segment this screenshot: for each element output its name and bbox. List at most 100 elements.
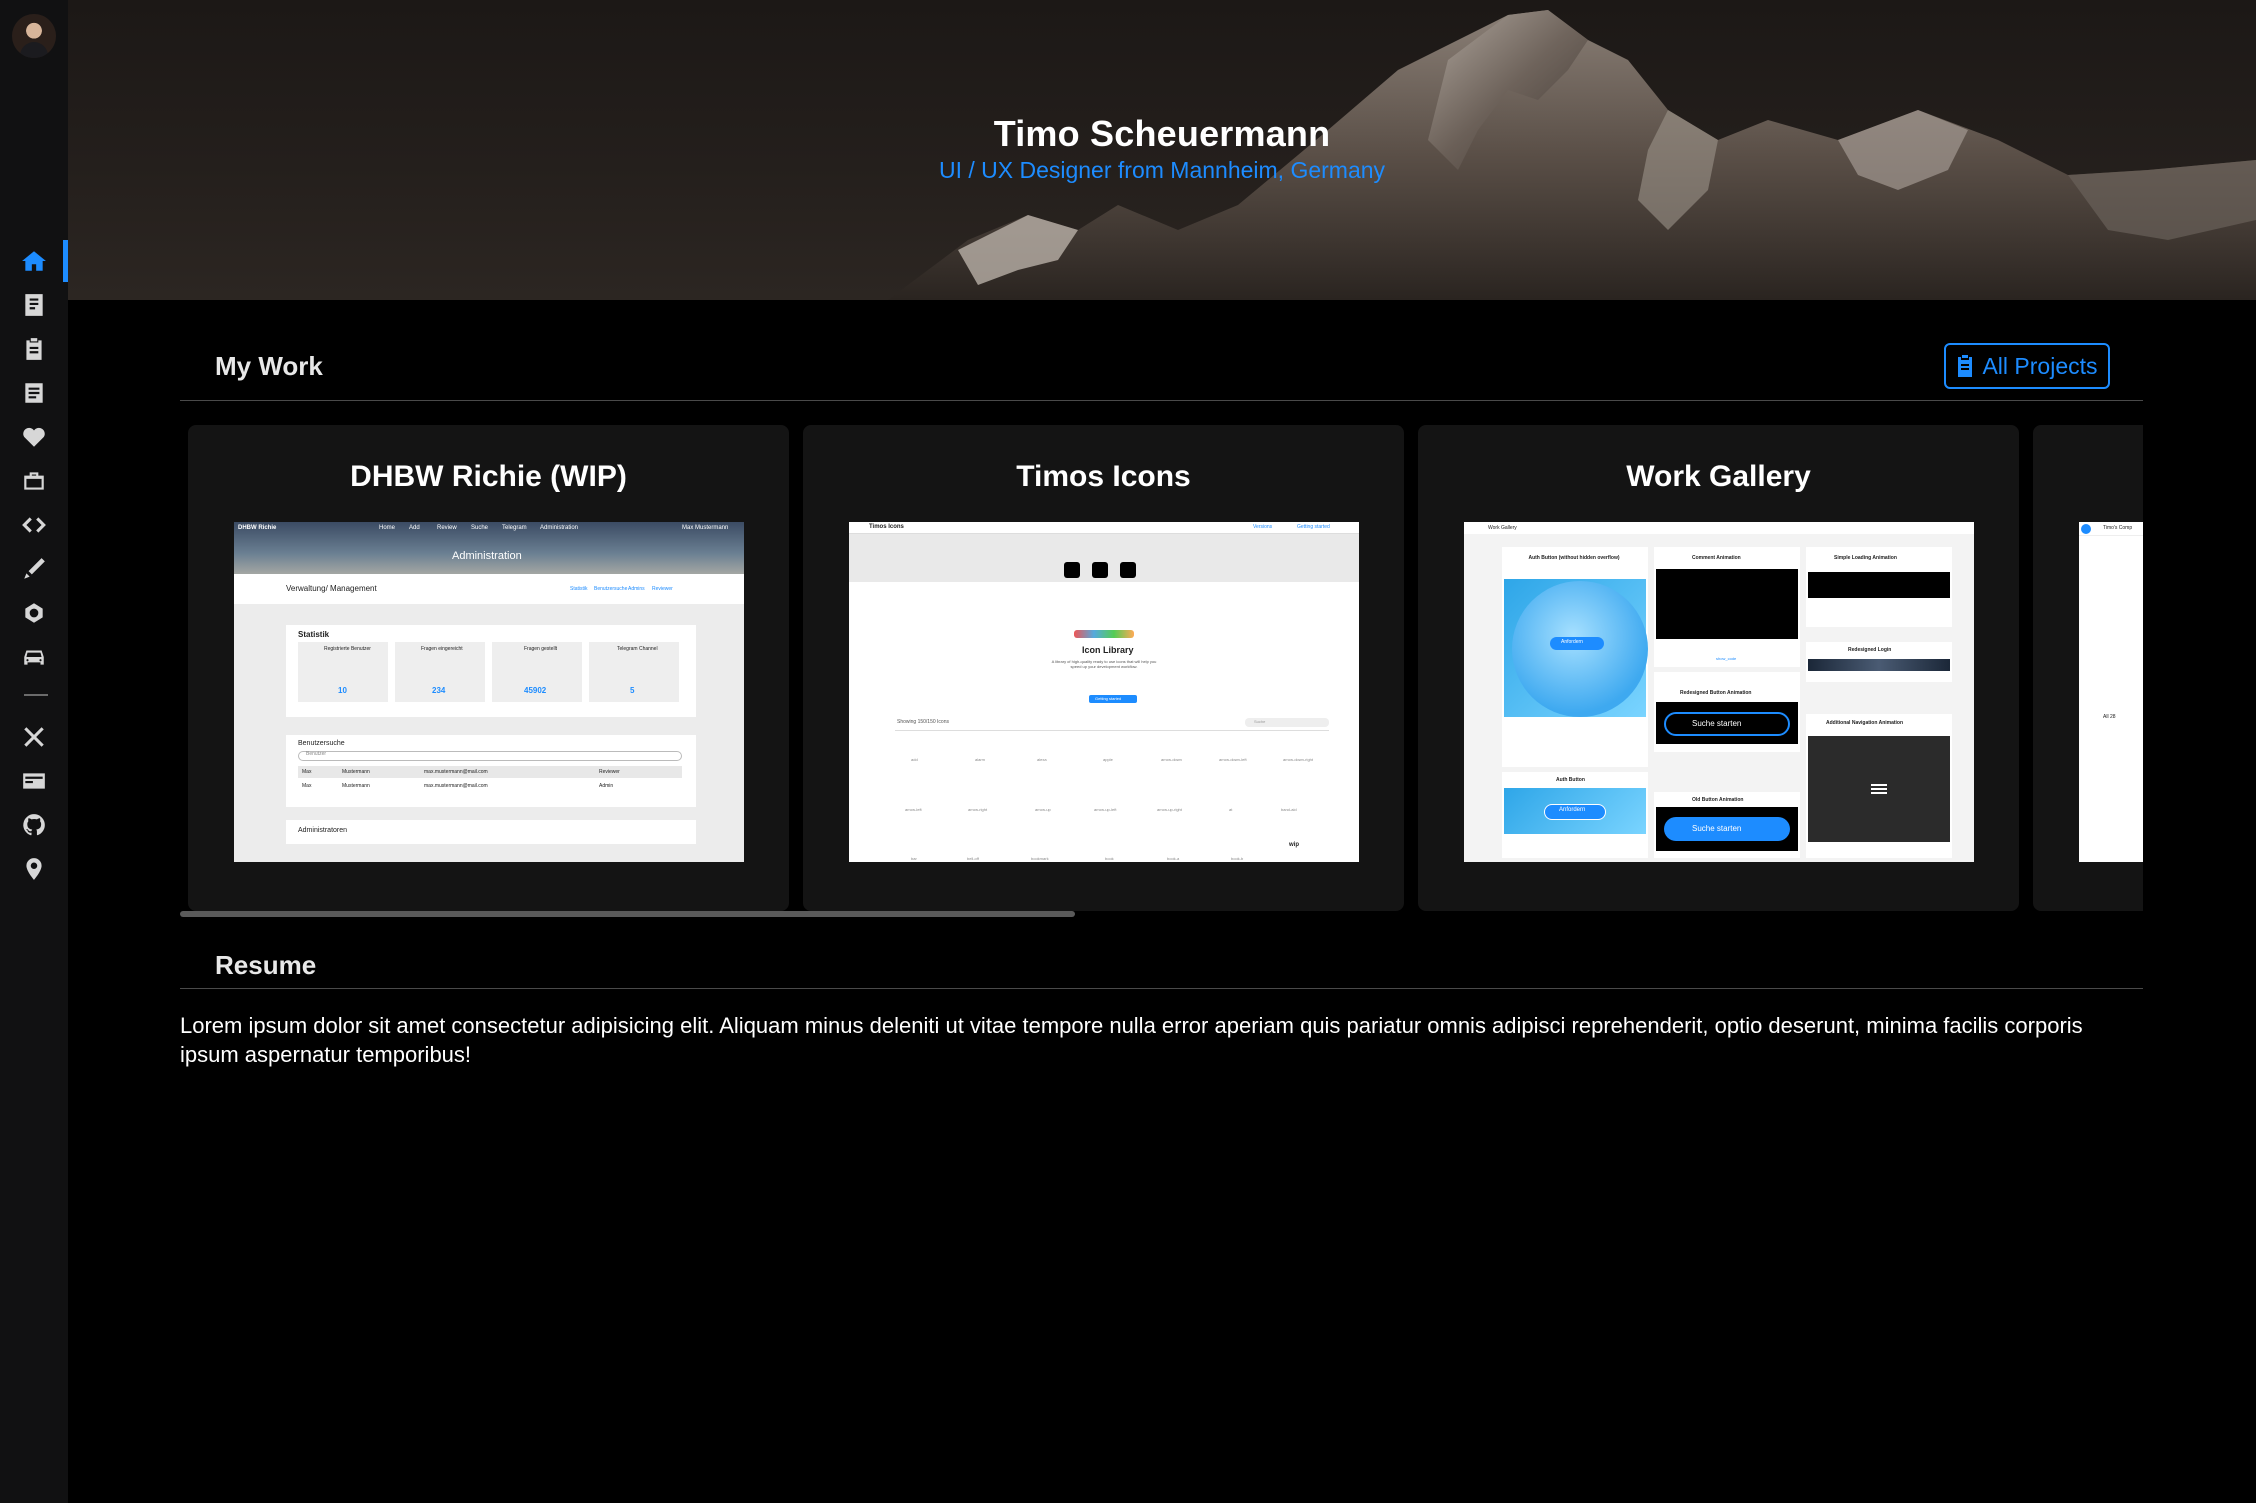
home-icon bbox=[22, 251, 46, 271]
project-card[interactable]: Timos Icons Timos Icons Versions Getting… bbox=[803, 425, 1404, 911]
icon-name: wip bbox=[1289, 842, 1299, 848]
project-card[interactable]: Work Gallery Work Gallery Auth Button (w… bbox=[1418, 425, 2019, 911]
tile-button: Anfordern bbox=[1561, 639, 1583, 645]
versions-button: Versions bbox=[1253, 524, 1273, 530]
tab: Statistik bbox=[570, 586, 588, 592]
project-screenshot: DHBW Richie Home Add Review Suche Telegr… bbox=[234, 522, 744, 862]
sidebar bbox=[0, 0, 68, 1503]
icon-name: arrow-right bbox=[968, 807, 988, 812]
tile-tag: show_code bbox=[1716, 656, 1737, 661]
clipboard-icon bbox=[1958, 355, 1973, 377]
all-projects-label: All Projects bbox=[1982, 352, 2098, 379]
library-description: A library of high-quality ready to use i… bbox=[1051, 659, 1157, 669]
icon-name: bar bbox=[911, 856, 917, 861]
icon-name: bookmark bbox=[1031, 856, 1049, 861]
carousel-scrollbar-thumb[interactable] bbox=[180, 911, 1075, 917]
stat-label: Registrierte Benutzer bbox=[324, 646, 371, 652]
tile-search-button: Suche starten bbox=[1692, 719, 1742, 728]
project-screenshot: Timo's Comp All 28 bbox=[2079, 522, 2143, 862]
icon-name: arrow-left bbox=[905, 807, 922, 812]
page-heading: Verwaltung/ Management bbox=[286, 584, 377, 593]
stat-label: Fragen gestellt bbox=[524, 646, 558, 652]
code-icon bbox=[22, 517, 46, 533]
stat-label: Telegram Channel bbox=[617, 646, 658, 652]
my-work-header: My Work bbox=[180, 343, 2143, 401]
note: All 28 bbox=[2103, 714, 2116, 720]
sidebar-divider bbox=[24, 694, 48, 696]
tile-title: Auth Button bbox=[1556, 777, 1585, 783]
avatar[interactable] bbox=[12, 14, 56, 58]
stat-label: Fragen eingereicht bbox=[421, 646, 463, 652]
search-title: Benutzersuche bbox=[298, 740, 345, 747]
sidebar-item-favorites[interactable] bbox=[0, 418, 68, 456]
sidebar-item-contact-card[interactable] bbox=[0, 762, 68, 800]
id-card-icon bbox=[23, 773, 45, 789]
nav-link: Suche bbox=[471, 525, 489, 531]
car-icon bbox=[24, 650, 44, 665]
icon-name: at bbox=[1229, 807, 1233, 812]
table-cell: Mustermann bbox=[342, 783, 370, 789]
library-heading: Icon Library bbox=[1082, 645, 1134, 655]
nav-link: Review bbox=[437, 525, 457, 531]
nav-link: Telegram bbox=[502, 525, 527, 531]
project-card-title: Timos Icons bbox=[1016, 460, 1191, 493]
app-brand: Work Gallery bbox=[1488, 525, 1517, 531]
icon-name: add bbox=[911, 757, 918, 762]
project-screenshot: Timos Icons Versions Getting started Ico… bbox=[849, 522, 1359, 862]
sidebar-item-cars[interactable] bbox=[0, 638, 68, 676]
section-title-my-work: My Work bbox=[215, 351, 323, 381]
nav-user: Max Mustermann bbox=[682, 525, 729, 531]
icon-name: arrow-down-left bbox=[1219, 757, 1247, 762]
sidebar-item-code[interactable] bbox=[0, 506, 68, 544]
icon-name: arrow-up bbox=[1035, 807, 1051, 812]
project-card-title: Work Gallery bbox=[1626, 460, 1811, 493]
icon-name: arrow-up-left bbox=[1094, 807, 1117, 812]
sidebar-item-engine[interactable] bbox=[0, 594, 68, 632]
icon-name: book bbox=[1105, 856, 1114, 861]
tile-title: Simple Loading Animation bbox=[1834, 555, 1897, 561]
sidebar-item-location[interactable] bbox=[0, 850, 68, 888]
sidebar-item-blog[interactable] bbox=[0, 286, 68, 324]
table-cell: Reviewer bbox=[599, 769, 620, 775]
github-icon bbox=[23, 814, 45, 836]
tile-title: Redesigned Login bbox=[1848, 647, 1892, 653]
stat-value: 10 bbox=[338, 686, 347, 695]
notebook-icon bbox=[25, 383, 43, 403]
icon-name: apple bbox=[1103, 757, 1113, 762]
table-cell: Admin bbox=[599, 783, 614, 789]
work-carousel[interactable]: DHBW Richie (WIP) DHBW Richie Home Add R… bbox=[180, 420, 2143, 920]
icon-count: Showing 150/150 Icons bbox=[897, 719, 949, 725]
admins-title: Administratoren bbox=[298, 827, 348, 834]
engine-icon bbox=[25, 603, 43, 623]
sidebar-item-home[interactable] bbox=[0, 240, 68, 282]
nav-link: Add bbox=[409, 525, 420, 531]
nav-link: Administration bbox=[540, 525, 579, 531]
sidebar-item-tools[interactable] bbox=[0, 718, 68, 756]
app-brand: Timo's Comp bbox=[2103, 525, 2133, 531]
hero-title: Timo Scheuermann bbox=[993, 113, 1331, 154]
sidebar-item-design[interactable] bbox=[0, 550, 68, 588]
banner-title: Administration bbox=[452, 550, 522, 562]
icon-name: arrow-down-right bbox=[1283, 757, 1314, 762]
sidebar-item-github[interactable] bbox=[0, 806, 68, 844]
tab: Benutzersuche bbox=[594, 586, 628, 592]
carousel-scrollbar[interactable] bbox=[180, 911, 2143, 917]
stat-value: 5 bbox=[630, 686, 635, 695]
project-card[interactable]: DHBW Richie (WIP) DHBW Richie Home Add R… bbox=[188, 425, 789, 911]
tile-title: Old Button Animation bbox=[1692, 797, 1744, 803]
project-card[interactable]: Timo's Comp All 28 bbox=[2033, 425, 2143, 911]
tools-icon bbox=[24, 727, 44, 747]
all-projects-button[interactable]: All Projects bbox=[1944, 343, 2110, 389]
cta-button: Getting started bbox=[1095, 696, 1122, 701]
sidebar-item-projects[interactable] bbox=[0, 330, 68, 368]
icon-name: book-b bbox=[1231, 856, 1244, 861]
section-title-resume: Resume bbox=[215, 950, 317, 980]
tile-title: Auth Button (without hidden overflow) bbox=[1528, 555, 1620, 561]
icon-name: arrow-up-right bbox=[1157, 807, 1182, 812]
sidebar-item-notes[interactable] bbox=[0, 374, 68, 412]
sidebar-item-work[interactable] bbox=[0, 462, 68, 500]
tile-search-button: Suche starten bbox=[1692, 824, 1742, 833]
search-input: Benutzer bbox=[306, 751, 327, 757]
resume-text: Lorem ipsum dolor sit amet consectetur a… bbox=[180, 1013, 2083, 1067]
getting-started-button: Getting started bbox=[1297, 524, 1330, 530]
